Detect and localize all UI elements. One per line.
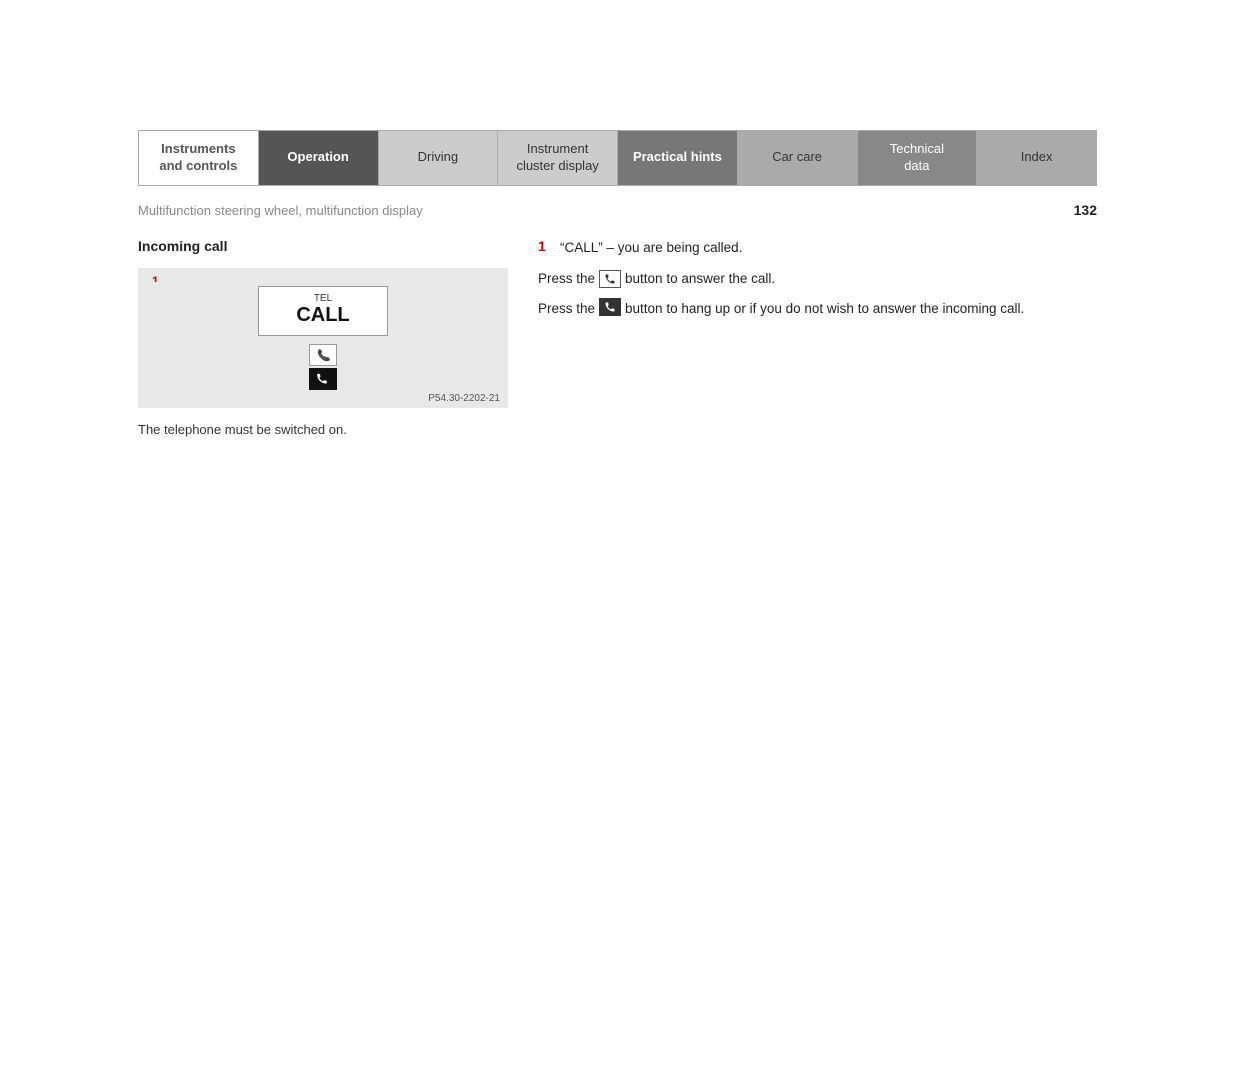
- tab-instrument-cluster[interactable]: Instrument cluster display: [498, 131, 618, 185]
- step-1-number: 1: [538, 238, 552, 254]
- diagram-reference: P54.30-2202-21: [428, 393, 500, 404]
- step-1-text: “CALL” – you are being called.: [560, 238, 742, 258]
- instruction-answer: Press the button to answer the call.: [538, 268, 1097, 290]
- tab-operation[interactable]: Operation: [259, 131, 379, 185]
- display-tel-label: TEL: [269, 293, 377, 304]
- instruction-hangup-before: Press the: [538, 298, 595, 320]
- page-number: 132: [1074, 202, 1097, 218]
- main-layout: Incoming call 1 TEL CALL 📞: [138, 238, 1097, 437]
- instruction-answer-after: button to answer the call.: [625, 268, 775, 290]
- tab-practical-hints[interactable]: Practical hints: [618, 131, 738, 185]
- page-content: Multifunction steering wheel, multifunct…: [138, 186, 1097, 437]
- instruction-answer-before: Press the: [538, 268, 595, 290]
- tab-technical-data[interactable]: Technical data: [858, 131, 978, 185]
- svg-text:📞: 📞: [317, 348, 331, 362]
- answer-phone-icon: [599, 270, 621, 288]
- instruction-hangup-after: button to hang up or if you do not wish …: [625, 298, 1024, 320]
- instruction-hangup: Press the button to hang up or if you do…: [538, 298, 1097, 320]
- right-column: 1 “CALL” – you are being called. Press t…: [538, 238, 1097, 437]
- diagram-inner: TEL CALL 📞: [152, 282, 494, 394]
- tab-car-care[interactable]: Car care: [738, 131, 858, 185]
- phone-icons: 📞: [309, 344, 337, 390]
- answer-icon-diagram: 📞: [309, 344, 337, 366]
- display-screen: TEL CALL: [258, 286, 388, 336]
- breadcrumb: Multifunction steering wheel, multifunct…: [138, 203, 1054, 218]
- step-1: 1 “CALL” – you are being called.: [538, 238, 1097, 258]
- section-note: The telephone must be switched on.: [138, 422, 508, 437]
- breadcrumb-line: Multifunction steering wheel, multifunct…: [138, 202, 1097, 218]
- section-title: Incoming call: [138, 238, 508, 254]
- tab-instruments[interactable]: Instruments and controls: [139, 131, 259, 185]
- diagram-box: 1 TEL CALL 📞: [138, 268, 508, 408]
- hangup-icon-diagram: [309, 368, 337, 390]
- left-column: Incoming call 1 TEL CALL 📞: [138, 238, 508, 437]
- tab-index[interactable]: Index: [977, 131, 1096, 185]
- nav-tabs: Instruments and controls Operation Drivi…: [0, 130, 1235, 186]
- tab-driving[interactable]: Driving: [379, 131, 499, 185]
- hangup-phone-icon: [599, 298, 621, 316]
- display-call-text: CALL: [269, 304, 377, 327]
